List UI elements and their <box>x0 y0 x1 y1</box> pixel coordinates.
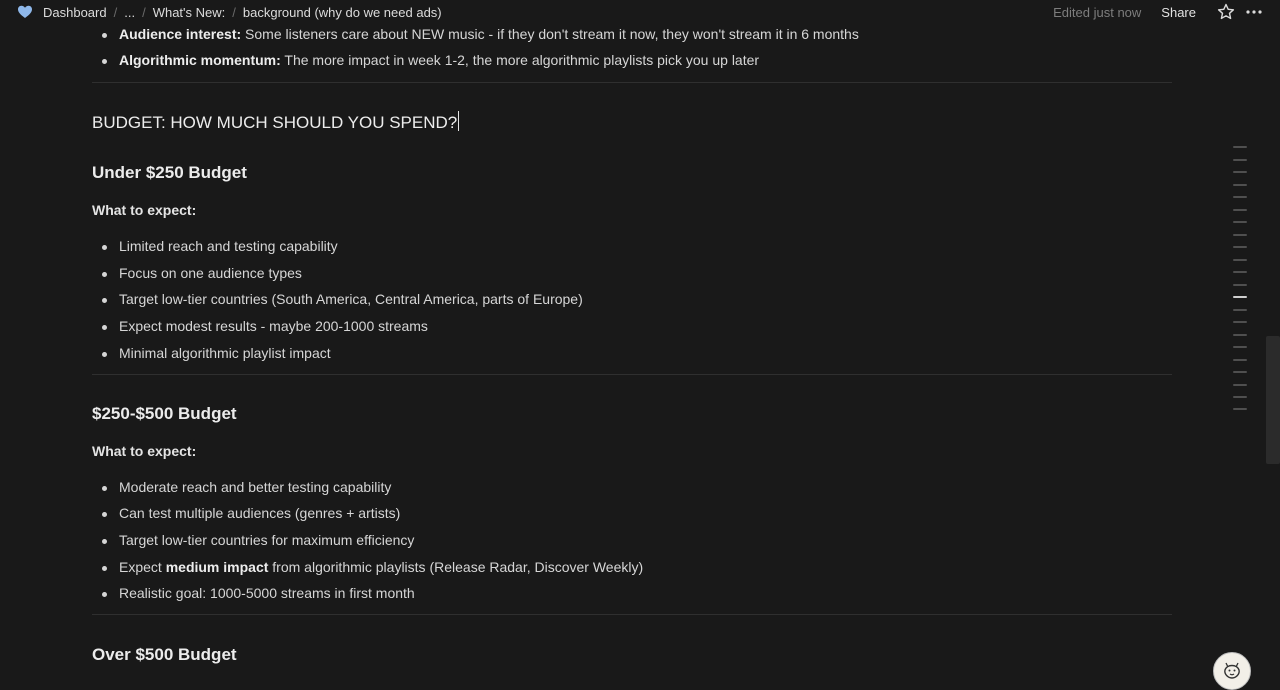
toc-tick[interactable] <box>1233 371 1247 373</box>
scrollbar-thumb[interactable] <box>1266 336 1280 464</box>
toc-tick[interactable] <box>1233 184 1247 186</box>
breadcrumb-current-page[interactable]: background (why do we need ads) <box>239 5 446 20</box>
item-text: Expect modest results - maybe 200-1000 s… <box>119 318 428 334</box>
item-text: Moderate reach and better testing capabi… <box>119 479 392 495</box>
bullet <box>102 59 107 64</box>
bullet <box>102 539 107 544</box>
toc-tick[interactable] <box>1233 309 1247 311</box>
toc-tick[interactable] <box>1233 209 1247 211</box>
toc-tick[interactable] <box>1233 146 1247 148</box>
item-text: Limited reach and testing capability <box>119 238 338 254</box>
toc-tick[interactable] <box>1233 271 1247 273</box>
toc-tick[interactable] <box>1233 159 1247 161</box>
bullet <box>102 592 107 597</box>
toc-tick[interactable] <box>1233 234 1247 236</box>
section-title: Over $500 Budget <box>92 645 237 664</box>
bullet <box>102 512 107 517</box>
item-text: Can test multiple audiences (genres + ar… <box>119 505 401 521</box>
heart-icon <box>18 5 32 18</box>
star-icon[interactable] <box>1216 2 1236 22</box>
toc-tick[interactable] <box>1233 259 1247 261</box>
toc-tick[interactable] <box>1233 246 1247 248</box>
edited-status: Edited just now <box>1053 4 1142 20</box>
item-text: Some listeners care about NEW music - if… <box>241 26 859 42</box>
toc-tick[interactable] <box>1233 284 1247 286</box>
divider <box>92 82 1172 83</box>
bullet <box>102 298 107 303</box>
toc-tick-active[interactable] <box>1233 296 1247 298</box>
avatar-icon <box>1224 662 1240 679</box>
more-icon[interactable] <box>1244 2 1264 22</box>
item-text: Expect <box>119 559 166 575</box>
item-text: Minimal algorithmic playlist impact <box>119 345 331 361</box>
item-text: Target low-tier countries for maximum ef… <box>119 532 415 548</box>
budget-heading-text: BUDGET: HOW MUCH SHOULD YOU SPEND? <box>92 113 458 132</box>
top-bar: Dashboard / ... / What's New: / backgrou… <box>0 0 1280 24</box>
share-button[interactable]: Share <box>1161 5 1196 20</box>
divider <box>92 374 1172 375</box>
toc-tick[interactable] <box>1233 321 1247 323</box>
toc-tick[interactable] <box>1233 196 1247 198</box>
toc-tick[interactable] <box>1233 396 1247 398</box>
toc-tick[interactable] <box>1233 334 1247 336</box>
bullet <box>102 272 107 277</box>
item-text: from algorithmic playlists (Release Rada… <box>268 559 644 575</box>
item-bold: Algorithmic momentum: <box>119 52 281 68</box>
bullet <box>102 486 107 491</box>
bullet <box>102 245 107 250</box>
item-bold: Audience interest: <box>119 26 242 42</box>
section-title: $250-$500 Budget <box>92 404 237 423</box>
bullet <box>102 566 107 571</box>
toc-tick[interactable] <box>1233 221 1247 223</box>
bullet <box>102 325 107 330</box>
item-text: The more impact in week 1-2, the more al… <box>280 52 760 68</box>
breadcrumb-whats-new[interactable]: What's New: <box>149 5 230 20</box>
toc-tick[interactable] <box>1233 171 1247 173</box>
item-text: Realistic goal: 1000-5000 streams in fir… <box>119 585 415 601</box>
header-actions: Edited just now Share <box>1053 0 1264 24</box>
breadcrumb-separator: / <box>232 4 236 20</box>
breadcrumb-separator: / <box>113 4 118 20</box>
breadcrumb-ellipsis[interactable]: ... <box>120 5 139 20</box>
avatar[interactable] <box>1213 652 1251 690</box>
item-bold: medium impact <box>165 559 269 575</box>
section-title: Under $250 Budget <box>92 163 247 182</box>
bullet <box>102 352 107 357</box>
budget-heading[interactable]: BUDGET: HOW MUCH SHOULD YOU SPEND? <box>92 111 460 133</box>
item-text: Target low-tier countries (South America… <box>119 291 583 307</box>
toc-tick[interactable] <box>1233 359 1247 361</box>
item-text: Focus on one audience types <box>119 265 302 281</box>
toc-tick[interactable] <box>1233 346 1247 348</box>
what-to-expect-label: What to expect: <box>92 202 197 218</box>
breadcrumb-dashboard[interactable]: Dashboard <box>39 5 111 20</box>
breadcrumb: Dashboard / ... / What's New: / backgrou… <box>0 4 446 20</box>
text-cursor <box>458 111 460 131</box>
toc-tick[interactable] <box>1233 384 1247 386</box>
bullet <box>102 33 107 38</box>
what-to-expect-label: What to expect: <box>92 443 197 459</box>
breadcrumb-separator: / <box>142 4 146 20</box>
toc-tick[interactable] <box>1233 408 1247 410</box>
divider <box>92 614 1172 615</box>
